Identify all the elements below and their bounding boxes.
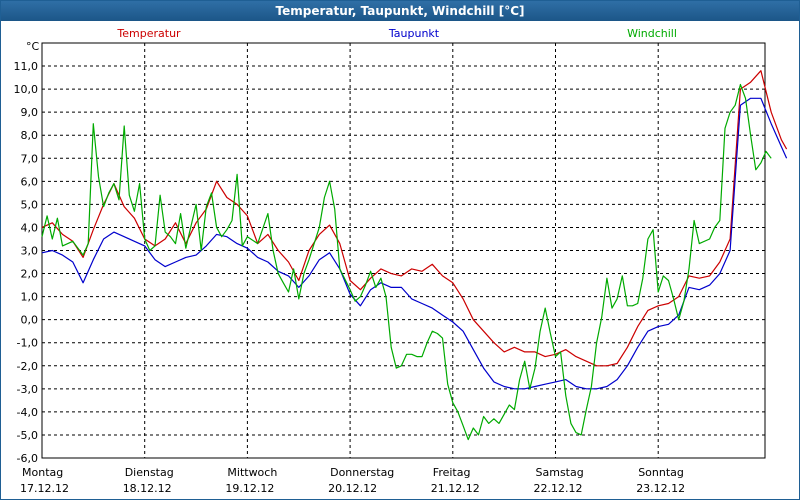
chart-window: Temperatur, Taupunkt, Windchill [°C] -6,… <box>0 0 800 500</box>
x-tick-day: Mittwoch <box>227 466 277 479</box>
y-axis-unit: °C <box>26 40 40 53</box>
x-tick-date: 17.12.12 <box>20 482 69 495</box>
y-tick-label: 8,0 <box>21 129 39 142</box>
legend-windchill: Windchill <box>627 27 677 40</box>
y-tick-label: -1,0 <box>17 337 38 350</box>
y-tick-label: -5,0 <box>17 429 38 442</box>
x-tick-day: Montag <box>22 466 63 479</box>
x-tick-day: Sonntag <box>638 466 684 479</box>
series-line-temperatur <box>41 70 788 367</box>
y-tick-label: 11,0 <box>14 60 39 73</box>
x-tick-day: Freitag <box>433 466 471 479</box>
x-tick-date: 22.12.12 <box>534 482 583 495</box>
y-tick-label: 9,0 <box>21 106 39 119</box>
y-tick-label: -4,0 <box>17 406 38 419</box>
y-tick-label: 2,0 <box>21 268 39 281</box>
legend-taupunkt: Taupunkt <box>388 27 440 40</box>
x-tick-date: 18.12.12 <box>123 482 172 495</box>
line-chart: -6,0 -5,0 -4,0 -3,0 -2,0 -1,0 0,0 1,0 2,0 3,0 4,0 5… <box>14 27 788 495</box>
x-axis-ticks: Montag 17.12.12 Dienstag 18.12.12 Mittwoch 19… <box>20 466 685 495</box>
y-tick-label: 7,0 <box>21 152 39 165</box>
x-tick-day: Donnerstag <box>330 466 394 479</box>
y-tick-label: 1,0 <box>21 291 39 304</box>
series-line-taupunkt <box>41 97 788 390</box>
x-tick-date: 21.12.12 <box>431 482 480 495</box>
y-tick-label: -2,0 <box>17 360 38 373</box>
x-tick-day: Dienstag <box>125 466 174 479</box>
y-tick-label: 6,0 <box>21 175 39 188</box>
y-tick-label: -3,0 <box>17 383 38 396</box>
series-line-windchill <box>41 83 772 441</box>
y-tick-label: 3,0 <box>21 245 39 258</box>
y-tick-label: -6,0 <box>17 452 38 465</box>
chart-legend: Temperatur Taupunkt Windchill <box>116 27 677 40</box>
y-axis-ticks: -6,0 -5,0 -4,0 -3,0 -2,0 -1,0 0,0 1,0 2,0 3,0 4,0 5… <box>14 60 39 465</box>
y-tick-label: 10,0 <box>14 83 39 96</box>
x-tick-date: 19.12.12 <box>225 482 274 495</box>
y-tick-label: 5,0 <box>21 198 39 211</box>
y-tick-label: 4,0 <box>21 221 39 234</box>
y-tick-label: 0,0 <box>21 314 39 327</box>
chart-series <box>41 70 788 441</box>
x-tick-date: 23.12.12 <box>636 482 685 495</box>
x-tick-date: 20.12.12 <box>328 482 377 495</box>
legend-temperatur: Temperatur <box>116 27 181 40</box>
x-tick-day: Samstag <box>536 466 584 479</box>
